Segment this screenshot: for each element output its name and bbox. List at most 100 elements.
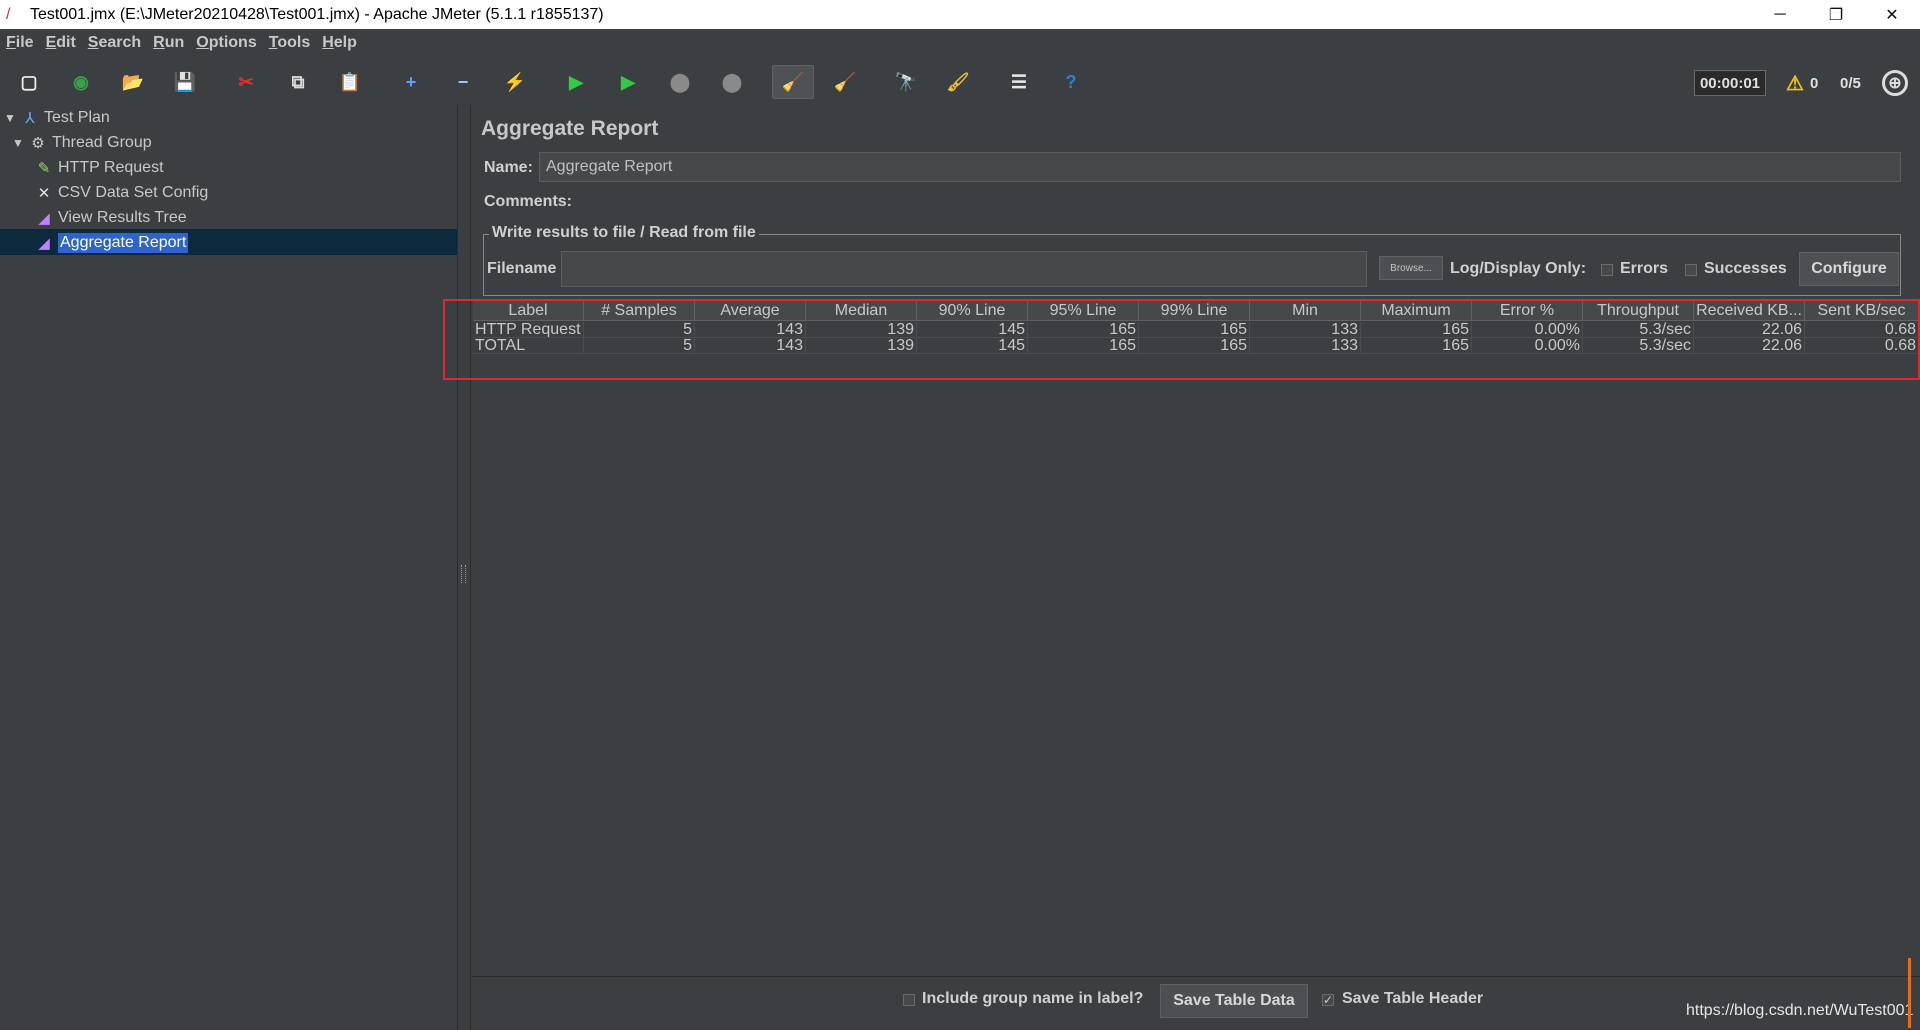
toggle-icon: ⚡ (503, 71, 527, 92)
close-button[interactable]: ✕ (1864, 0, 1920, 29)
table-cell: 165 (1139, 322, 1250, 338)
menu-help[interactable]: Help (322, 34, 357, 52)
menu-options[interactable]: Options (196, 34, 256, 52)
toggle-button[interactable]: ⚡ (494, 65, 536, 99)
column-header[interactable]: Throughput (1583, 301, 1694, 321)
table-cell: 5 (584, 338, 695, 354)
paste-button[interactable]: 📋 (329, 65, 371, 99)
copy-button[interactable]: ⧉ (277, 65, 319, 99)
table-cell: 0.00% (1472, 338, 1583, 354)
include-group-checkbox[interactable] (903, 994, 915, 1006)
name-label: Name: (484, 159, 533, 176)
function-helper-button[interactable]: ☰ (998, 65, 1040, 99)
tree-item-csv-data-set-config[interactable]: ✕ CSV Data Set Config (34, 181, 209, 205)
column-header[interactable]: # Samples (584, 301, 695, 321)
expand-toggle-icon[interactable]: ▼ (4, 111, 20, 125)
expand-toggle-icon[interactable]: ▼ (12, 136, 28, 150)
shutdown-button[interactable]: ⬤ (711, 65, 753, 99)
templates-button[interactable]: ◉ (60, 65, 102, 99)
name-input[interactable] (539, 152, 1901, 182)
table-row[interactable]: HTTP Request 5 143 139 145 165 165 133 165 0.00% 5… (473, 322, 1919, 338)
elapsed-timer: 00:00:01 (1694, 70, 1766, 96)
stop-button[interactable]: ⬤ (659, 65, 701, 99)
new-button[interactable]: ▢ (8, 65, 50, 99)
filename-input[interactable] (561, 251, 1367, 287)
column-header[interactable]: Sent KB/sec (1805, 301, 1919, 321)
expand-icon: + (405, 71, 417, 92)
table-cell: 165 (1028, 322, 1139, 338)
table-cell: 143 (695, 338, 806, 354)
menu-mnemonic: E (45, 33, 57, 51)
reset-search-icon: 🖌 (946, 71, 970, 92)
save-table-data-button[interactable]: Save Table Data (1160, 984, 1308, 1018)
browse-button[interactable]: Browse... (1379, 256, 1443, 280)
tree-item-thread-group[interactable]: ▼ ⚙ Thread Group (12, 131, 152, 155)
column-header[interactable]: Maximum (1361, 301, 1472, 321)
cut-button[interactable]: ✂ (225, 65, 267, 99)
column-header[interactable]: Average (695, 301, 806, 321)
paste-icon: 📋 (338, 71, 362, 92)
table-row[interactable]: TOTAL 5 143 139 145 165 165 133 165 0.00% 5.3/sec 2… (473, 338, 1919, 354)
wrench-icon: ✕ (37, 185, 51, 202)
tree-item-label: Test Plan (44, 109, 110, 126)
table-cell: 165 (1028, 338, 1139, 354)
clear-all-icon: 🧹 (833, 71, 857, 92)
aggregate-report-panel: Aggregate Report Name: Comments: Write r… (470, 105, 1920, 1030)
tree-item-view-results-tree[interactable]: ◢ View Results Tree (34, 206, 187, 230)
menu-search[interactable]: Search (88, 34, 141, 52)
menu-edit[interactable]: Edit (46, 34, 76, 52)
warnings-indicator[interactable]: ⚠ 0 (1786, 70, 1818, 96)
splitter-grip[interactable] (461, 565, 466, 583)
menu-run[interactable]: Run (153, 34, 184, 52)
tree-item-test-plan[interactable]: ▼ ⅄ Test Plan (4, 106, 110, 130)
successes-checkbox[interactable] (1685, 264, 1697, 276)
column-header[interactable]: 90% Line (917, 301, 1028, 321)
menu-label-rest: ile (15, 33, 34, 51)
clear-button[interactable]: 🧹 (772, 65, 814, 99)
remote-globe-icon[interactable]: ⊕ (1882, 70, 1908, 96)
start-no-pause-button[interactable]: ▶ (607, 65, 649, 99)
gear-icon: ⚙ (31, 135, 45, 152)
comments-input[interactable] (579, 187, 1901, 215)
column-header[interactable]: Label (473, 301, 584, 321)
tree-item-label: View Results Tree (58, 209, 187, 226)
expand-button[interactable]: + (390, 65, 432, 99)
minimize-button[interactable]: ─ (1752, 0, 1808, 29)
column-header[interactable]: 95% Line (1028, 301, 1139, 321)
reset-search-button[interactable]: 🖌 (937, 65, 979, 99)
table-cell: 133 (1250, 322, 1361, 338)
save-button[interactable]: 💾 (164, 65, 206, 99)
table-cell: 5 (584, 322, 695, 338)
column-header[interactable]: Median (806, 301, 917, 321)
tree-item-http-request[interactable]: ✎ HTTP Request (34, 156, 164, 180)
warning-count: 0 (1809, 74, 1819, 92)
help-button[interactable]: ? (1050, 65, 1092, 99)
errors-checkbox[interactable] (1601, 264, 1613, 276)
column-header[interactable]: Received KB... (1694, 301, 1805, 321)
column-header[interactable]: 99% Line (1139, 301, 1250, 321)
menu-mnemonic: H (322, 33, 334, 51)
start-icon: ▶ (569, 71, 583, 92)
open-button[interactable]: 📂 (112, 65, 154, 99)
table-cell: 5.3/sec (1583, 338, 1694, 354)
column-header[interactable]: Error % (1472, 301, 1583, 321)
start-button[interactable]: ▶ (555, 65, 597, 99)
save-table-header-checkbox[interactable]: ✓ (1322, 994, 1334, 1006)
menu-mnemonic: S (87, 33, 99, 51)
clear-all-button[interactable]: 🧹 (824, 65, 866, 99)
collapse-button[interactable]: − (442, 65, 484, 99)
table-header: Label # Samples Average Median 90% Line 95% L… (473, 301, 1919, 321)
menu-label-rest: earch (98, 33, 142, 51)
tree-item-label: Aggregate Report (58, 233, 189, 253)
menu-file[interactable]: File (6, 34, 34, 52)
restore-button[interactable]: ❐ (1808, 0, 1864, 29)
menu-tools[interactable]: Tools (269, 34, 310, 52)
configure-button[interactable]: Configure (1799, 252, 1899, 286)
shutdown-icon: ⬤ (721, 71, 743, 92)
tree-item-aggregate-report[interactable]: ◢ Aggregate Report (34, 231, 189, 255)
search-button[interactable]: 🔭 (885, 65, 927, 99)
column-header[interactable]: Min (1250, 301, 1361, 321)
menu-label-rest: ools (277, 33, 311, 51)
table-cell: 145 (917, 322, 1028, 338)
splitter[interactable] (458, 105, 470, 1030)
